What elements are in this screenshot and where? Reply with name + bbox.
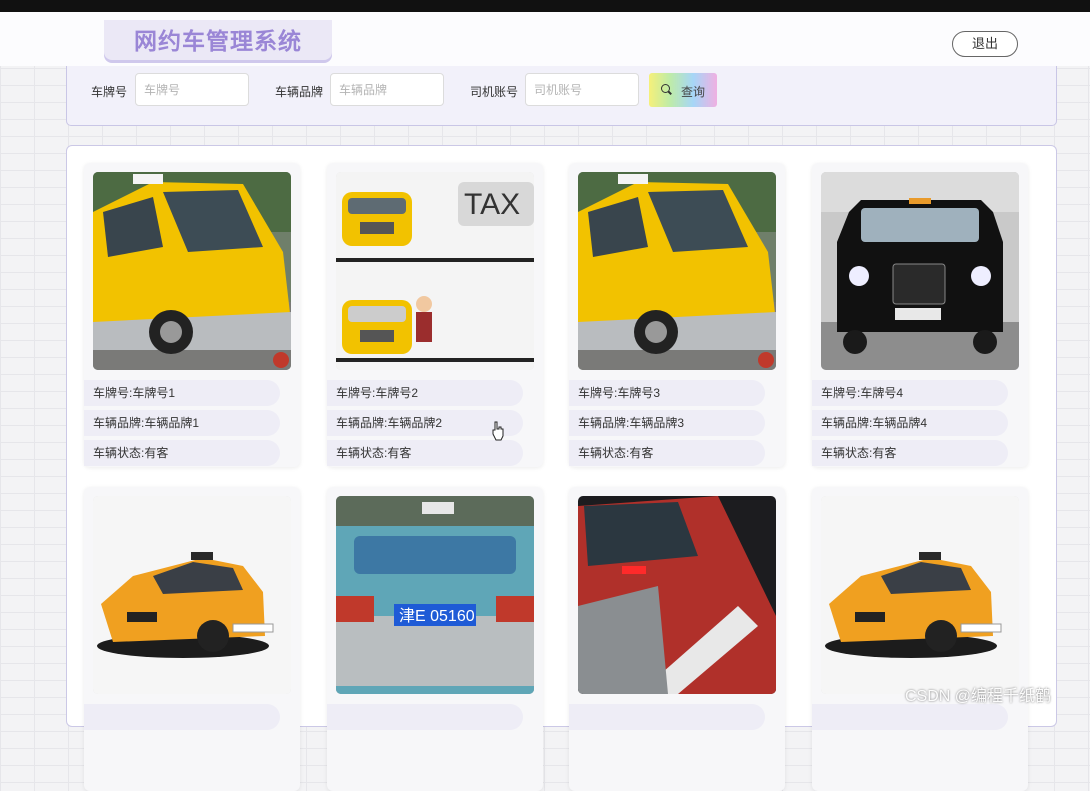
vehicle-brand-text: 车辆品牌:车辆品牌3 (569, 410, 765, 436)
vehicle-card[interactable]: 津E 05160 (327, 487, 543, 791)
hand-cursor-icon (492, 421, 504, 441)
plate-number-text: 车牌号:车牌号4 (812, 380, 1008, 406)
vehicle-status-text: 车辆状态:有客 (812, 440, 1008, 466)
plate-number-text (812, 704, 1008, 730)
search-button[interactable]: 查询 (649, 73, 717, 107)
tax-sign-text: TAX (464, 188, 520, 221)
vehicle-card[interactable] (812, 487, 1028, 791)
vehicle-card[interactable] (84, 487, 300, 791)
vehicle-photo (93, 496, 291, 694)
plate-number-text (84, 704, 280, 730)
vehicle-brand-text: 车辆品牌:车辆品牌1 (84, 410, 280, 436)
vehicle-status-text: 车辆状态:有客 (569, 440, 765, 466)
vehicle-photo (821, 172, 1019, 370)
plate-number-text: 车牌号:车牌号3 (569, 380, 765, 406)
vehicle-card[interactable]: 车牌号:车牌号1 车辆品牌:车辆品牌1 车辆状态:有客 (84, 163, 300, 467)
vehicle-grid-panel: 车牌号:车牌号1 车辆品牌:车辆品牌1 车辆状态:有客 TAX 车牌号:车牌号2… (66, 145, 1057, 791)
vehicle-brand-text: 车辆品牌:车辆品牌4 (812, 410, 1008, 436)
app-header: 网约车管理系统 退出 (0, 12, 1090, 66)
plate-label: 车牌号 (91, 85, 128, 99)
app-title: 网约车管理系统 (134, 28, 302, 54)
plate-number-text (569, 704, 765, 730)
search-button-label: 查询 (681, 85, 706, 99)
csdn-watermark: CSDN @编程千纸鹤 (905, 688, 1052, 705)
brand-search-input[interactable] (330, 73, 444, 106)
vehicle-photo (821, 496, 1019, 694)
vehicle-status-text: 车辆状态:有客 (84, 440, 280, 466)
plate-number-text: 车牌号:车牌号2 (327, 380, 523, 406)
driver-search-input[interactable] (525, 73, 639, 106)
window-top-bar (0, 0, 1090, 12)
plate-number-text: 车牌号:车牌号1 (84, 380, 280, 406)
driver-label: 司机账号 (470, 85, 519, 99)
vehicle-status-text: 车辆状态:有客 (327, 440, 523, 466)
plate-number-text (327, 704, 523, 730)
plate-search-input[interactable] (135, 73, 249, 106)
vehicle-photo (578, 172, 776, 370)
vehicle-card[interactable]: TAX 车牌号:车牌号2 车辆品牌:车辆品牌2 车辆状态:有客 (327, 163, 543, 467)
vehicle-photo: TAX (336, 172, 534, 370)
vehicle-photo (93, 172, 291, 370)
vehicle-photo (578, 496, 776, 694)
vehicle-photo: 津E 05160 (336, 496, 534, 694)
brand-label: 车辆品牌 (275, 85, 324, 99)
vehicle-card[interactable] (569, 487, 785, 791)
search-icon (661, 84, 670, 93)
vehicle-card[interactable]: 车牌号:车牌号4 车辆品牌:车辆品牌4 车辆状态:有客 (812, 163, 1028, 467)
logout-button[interactable]: 退出 (952, 31, 1018, 57)
vehicle-card[interactable]: 车牌号:车牌号3 车辆品牌:车辆品牌3 车辆状态:有客 (569, 163, 785, 467)
plate-image-text: 津E 05160 (399, 607, 475, 625)
app-logo: 网约车管理系统 (104, 20, 332, 60)
search-panel: 车牌号 车辆品牌 司机账号 查询 (66, 66, 1057, 126)
